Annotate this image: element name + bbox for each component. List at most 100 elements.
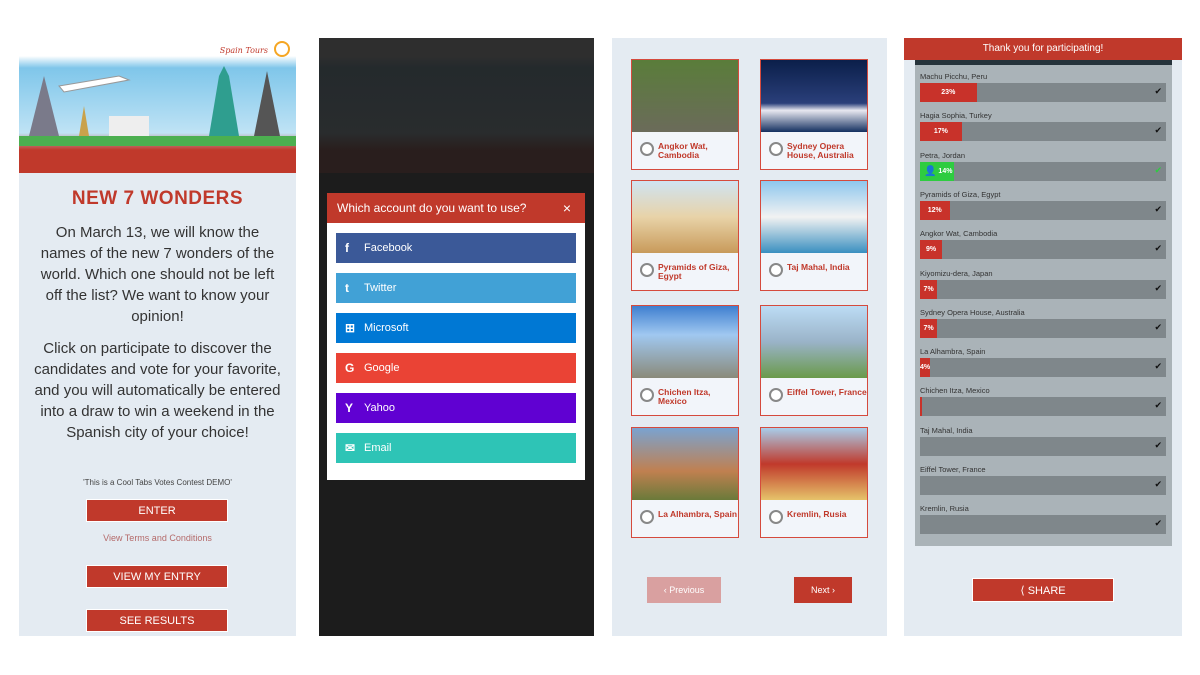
yahoo-icon: Y [345, 401, 354, 415]
candidate-card[interactable]: Chichen Itza, Mexico [631, 305, 739, 416]
result-name: Machu Picchu, Peru [920, 72, 988, 81]
result-name: Kremlin, Rusia [920, 504, 969, 514]
candidate-label: Taj Mahal, India [787, 262, 850, 272]
button-label: Email [364, 442, 392, 454]
button-label: Google [364, 362, 400, 374]
next-button[interactable]: Next › [794, 577, 852, 603]
result-name: Taj Mahal, India [920, 425, 973, 435]
result-name: Angkor Wat, Cambodia [920, 229, 998, 239]
result-percent: 14% [938, 167, 953, 175]
result-fill: 23% [920, 83, 977, 102]
result-percent: 4% [920, 364, 930, 372]
candidate-photo [632, 306, 738, 378]
check-icon: ✔ [1154, 401, 1162, 412]
result-name: La Alhambra, Spain [920, 347, 986, 357]
intro-panel: Spain Tours NEW 7 WONDERS On March 13, w… [19, 38, 296, 636]
view-my-entry-button[interactable]: VIEW MY ENTRY [86, 565, 228, 588]
result-name: Eiffel Tower, France [920, 465, 986, 474]
vote-radio[interactable] [640, 510, 654, 524]
windows-icon: ⊞ [345, 321, 356, 335]
google-icon: G [345, 361, 355, 375]
candidate-photo [761, 428, 867, 500]
result-item: La Alhambra, Spain 4% ✔ [920, 347, 1166, 378]
result-name: Chichen Itza, Mexico [920, 386, 990, 396]
result-bar: ✔ [920, 397, 1166, 417]
vote-radio[interactable] [640, 263, 654, 277]
result-bar: ✔ [920, 436, 1166, 456]
microsoft-login-button[interactable]: ⊞ Microsoft [336, 313, 576, 343]
vote-radio[interactable] [769, 388, 783, 402]
result-item: Eiffel Tower, France ✔ [920, 465, 1166, 495]
result-item: Machu Picchu, Peru 23% ✔ [920, 72, 1166, 102]
result-percent: 7% [923, 324, 934, 332]
twitter-login-button[interactable]: t Twitter [336, 273, 576, 303]
intro-paragraph: On March 13, we will know the names of t… [40, 224, 275, 325]
result-bar: 9% ✔ [920, 240, 1166, 260]
login-panel: Which account do you want to use? × f Fac… [319, 38, 594, 636]
candidate-card[interactable]: Pyramids of Giza, Egypt [631, 180, 739, 291]
modal-title: Which account do you want to use? [337, 201, 527, 215]
close-icon[interactable]: × [563, 193, 571, 223]
check-icon: ✔ [1154, 519, 1162, 530]
landmarks-illustration [19, 66, 296, 146]
account-modal: Which account do you want to use? × f Fac… [327, 193, 585, 480]
check-icon: ✔ [1154, 165, 1162, 176]
result-name: Hagia Sophia, Turkey [920, 111, 992, 121]
see-results-button[interactable]: SEE RESULTS [86, 609, 228, 632]
facebook-login-button[interactable]: f Facebook [336, 233, 576, 263]
result-bar: 👤 14% ✔ [920, 161, 1166, 181]
candidate-label: Angkor Wat, Cambodia [658, 141, 708, 160]
previous-button[interactable]: ‹ Previous [647, 577, 721, 603]
button-label: Twitter [364, 282, 397, 294]
candidate-label: Sydney Opera House, Australia [787, 141, 854, 160]
facebook-icon: f [345, 241, 349, 255]
result-item: Sydney Opera House, Australia 7% ✔ [920, 308, 1166, 338]
share-icon: ⟨ [1020, 585, 1025, 597]
envelope-icon: ✉ [345, 441, 356, 455]
email-login-button[interactable]: ✉ Email [336, 433, 576, 463]
result-item: Taj Mahal, India ✔ [920, 426, 1166, 456]
results-header: Thank you for participating! [904, 38, 1182, 60]
check-icon: ✔ [1154, 322, 1162, 333]
candidate-photo [632, 428, 738, 500]
result-percent: 12% [927, 206, 942, 214]
vote-radio[interactable] [640, 142, 654, 156]
result-item: Petra, Jordan 👤 14% ✔ [920, 151, 1166, 181]
result-bar: 23% ✔ [920, 83, 1166, 102]
button-label: Yahoo [364, 402, 395, 414]
check-icon: ✔ [1154, 244, 1162, 255]
result-name: Petra, Jordan [920, 150, 966, 160]
instructions-paragraph: Click on participate to discover the can… [34, 340, 281, 441]
candidate-card[interactable]: Angkor Wat, Cambodia [631, 59, 739, 170]
result-fill: 7% [920, 318, 938, 338]
result-fill: 4% [920, 358, 930, 378]
vote-radio[interactable] [769, 263, 783, 277]
candidate-card[interactable]: Eiffel Tower, France [760, 305, 868, 416]
candidate-card[interactable]: Taj Mahal, India [760, 180, 868, 291]
candidate-card[interactable]: Kremlin, Rusia [760, 427, 868, 538]
user-voted-icon: 👤 [924, 165, 937, 177]
result-bar: 4% ✔ [920, 358, 1166, 378]
share-button[interactable]: ⟨ SHARE [972, 578, 1114, 602]
terms-link[interactable]: View Terms and Conditions [19, 533, 296, 543]
result-percent: 9% [926, 246, 937, 254]
candidate-card[interactable]: La Alhambra, Spain [631, 427, 739, 538]
result-bar: 7% ✔ [920, 279, 1166, 299]
results-panel: Thank you for participating! Machu Picch… [904, 38, 1182, 636]
check-icon: ✔ [1154, 440, 1162, 451]
candidate-photo [632, 181, 738, 253]
result-item: Kremlin, Rusia ✔ [920, 504, 1166, 535]
hero-banner-dimmed [319, 38, 594, 173]
check-icon: ✔ [1154, 362, 1162, 373]
vote-radio[interactable] [769, 510, 783, 524]
hero-banner: Spain Tours [19, 38, 296, 173]
candidate-label: Chichen Itza, Mexico [658, 387, 711, 406]
enter-button[interactable]: ENTER [86, 499, 228, 522]
candidate-card[interactable]: Sydney Opera House, Australia [760, 59, 868, 170]
result-item: Hagia Sophia, Turkey 17% ✔ [920, 111, 1166, 142]
google-login-button[interactable]: G Google [336, 353, 576, 383]
vote-radio[interactable] [640, 388, 654, 402]
vote-radio[interactable] [769, 142, 783, 156]
yahoo-login-button[interactable]: Y Yahoo [336, 393, 576, 423]
result-bar: ✔ [920, 515, 1166, 535]
